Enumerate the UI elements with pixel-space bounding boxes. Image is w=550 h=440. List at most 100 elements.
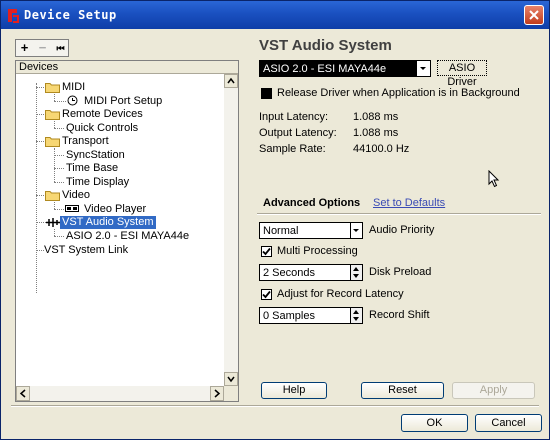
bottom-separator [11, 405, 539, 407]
scroll-corner [224, 386, 238, 401]
cubase-logo-icon [8, 9, 19, 23]
ok-button[interactable]: OK [401, 414, 468, 432]
record-shift-value: 0 Samples [263, 310, 315, 322]
reset-device-button[interactable]: ⏮ [52, 40, 69, 56]
tree-item-video-player[interactable]: Video Player [84, 203, 146, 216]
dropdown-arrow [350, 223, 362, 238]
device-toolbar: + − ⏮ [15, 39, 69, 57]
spinner-arrows[interactable] [350, 308, 362, 323]
folder-icon [45, 110, 60, 120]
folder-icon [45, 191, 60, 201]
tree-item-vst-system-link[interactable]: VST System Link [44, 244, 128, 257]
input-latency-label: Input Latency: [259, 111, 329, 123]
tree-item-time-display[interactable]: Time Display [66, 176, 129, 189]
multi-processing-checkbox[interactable] [261, 246, 272, 257]
tree-line [54, 148, 55, 182]
audio-system-icon [46, 218, 60, 227]
chevron-down-icon [353, 229, 359, 232]
cancel-button[interactable]: Cancel [475, 414, 542, 432]
chevron-left-icon [19, 389, 26, 398]
chevron-down-icon [227, 376, 235, 383]
help-button[interactable]: Help [261, 382, 327, 399]
spinner-icon [353, 310, 359, 321]
tree-line [54, 229, 55, 236]
add-device-button[interactable]: + [16, 40, 33, 56]
apply-button[interactable]: Apply [452, 382, 535, 399]
remove-device-button[interactable]: − [34, 40, 51, 56]
chevron-down-icon [420, 67, 426, 70]
checkmark-icon [262, 290, 271, 299]
tree-item-midi-port-setup[interactable]: MIDI Port Setup [84, 95, 162, 108]
title-bar[interactable]: Device Setup [1, 1, 549, 29]
tree-line [36, 222, 46, 223]
folder-icon [45, 83, 60, 93]
record-shift-stepper[interactable]: 0 Samples [259, 307, 363, 324]
video-player-icon [65, 205, 79, 212]
tree-item-asio-device[interactable]: ASIO 2.0 - ESI MAYA44e [66, 230, 189, 243]
tree-vertical-scrollbar[interactable] [224, 74, 238, 386]
close-button[interactable] [524, 5, 544, 25]
asio-driver-button[interactable]: ASIO Driver [437, 60, 487, 88]
tree-line [36, 114, 44, 115]
dropdown-arrow [416, 61, 430, 76]
tree-horizontal-scrollbar[interactable] [16, 386, 224, 401]
tree-item-video[interactable]: Video [62, 189, 90, 202]
tree-line [36, 195, 44, 196]
scroll-left-button[interactable] [16, 386, 30, 401]
mouse-cursor-icon [488, 170, 500, 188]
tree-line [54, 236, 64, 237]
record-shift-label: Record Shift [369, 309, 430, 321]
scroll-right-button[interactable] [210, 386, 224, 401]
release-driver-checkbox[interactable] [261, 88, 272, 99]
window-title: Device Setup [24, 8, 117, 22]
driver-select[interactable]: ASIO 2.0 - ESI MAYA44e [259, 60, 431, 77]
device-tree: Devices MIDI MIDI Port Setup Remote Devi… [15, 60, 239, 402]
advanced-options-heading: Advanced Options [263, 197, 361, 209]
tree-line [54, 182, 64, 183]
set-to-defaults-link[interactable]: Set to Defaults [373, 197, 445, 209]
tree-line [54, 94, 55, 101]
spinner-arrows[interactable] [350, 265, 362, 280]
audio-priority-select[interactable]: Normal [259, 222, 363, 239]
output-latency-label: Output Latency: [259, 127, 337, 139]
tree-line [54, 121, 55, 128]
folder-icon [45, 137, 60, 147]
checkmark-icon [262, 247, 271, 256]
tree-item-transport[interactable]: Transport [62, 135, 109, 148]
tree-line [36, 250, 44, 251]
output-latency-value: 1.088 ms [353, 127, 399, 139]
driver-select-value: ASIO 2.0 - ESI MAYA44e [263, 63, 387, 75]
adjust-record-latency-checkbox[interactable] [261, 289, 272, 300]
device-setup-window: Device Setup + − ⏮ Devices MIDI MIDI Por… [0, 0, 550, 440]
close-icon [529, 10, 539, 20]
tree-item-syncstation[interactable]: SyncStation [66, 149, 125, 162]
panel-title: VST Audio System [259, 37, 392, 54]
tree-item-vst-audio-system[interactable]: VST Audio System [60, 216, 156, 229]
disk-preload-stepper[interactable]: 2 Seconds [259, 264, 363, 281]
sample-rate-label: Sample Rate: [259, 143, 326, 155]
spinner-icon [353, 267, 359, 278]
tree-item-remote-devices[interactable]: Remote Devices [62, 108, 143, 121]
tree-item-quick-controls[interactable]: Quick Controls [66, 122, 138, 135]
disk-preload-value: 2 Seconds [263, 267, 315, 279]
tree-item-time-base[interactable]: Time Base [66, 162, 118, 175]
chevron-up-icon [227, 77, 235, 84]
chevron-right-icon [214, 389, 221, 398]
release-driver-label: Release Driver when Application is in Ba… [277, 87, 520, 99]
tree-line [54, 202, 55, 209]
tree-line [54, 168, 64, 169]
multi-processing-label: Multi Processing [277, 245, 358, 257]
sample-rate-value: 44100.0 Hz [353, 143, 410, 155]
midi-port-icon [67, 95, 78, 106]
audio-priority-value: Normal [263, 225, 299, 237]
scroll-up-button[interactable] [224, 74, 238, 88]
disk-preload-label: Disk Preload [369, 266, 432, 278]
advanced-separator [257, 213, 541, 215]
reset-button[interactable]: Reset [361, 382, 444, 399]
adjust-record-latency-label: Adjust for Record Latency [277, 288, 404, 300]
input-latency-value: 1.088 ms [353, 111, 399, 123]
tree-item-midi[interactable]: MIDI [62, 81, 85, 94]
audio-priority-label: Audio Priority [369, 224, 435, 236]
scroll-down-button[interactable] [224, 372, 238, 386]
tree-line [54, 155, 64, 156]
